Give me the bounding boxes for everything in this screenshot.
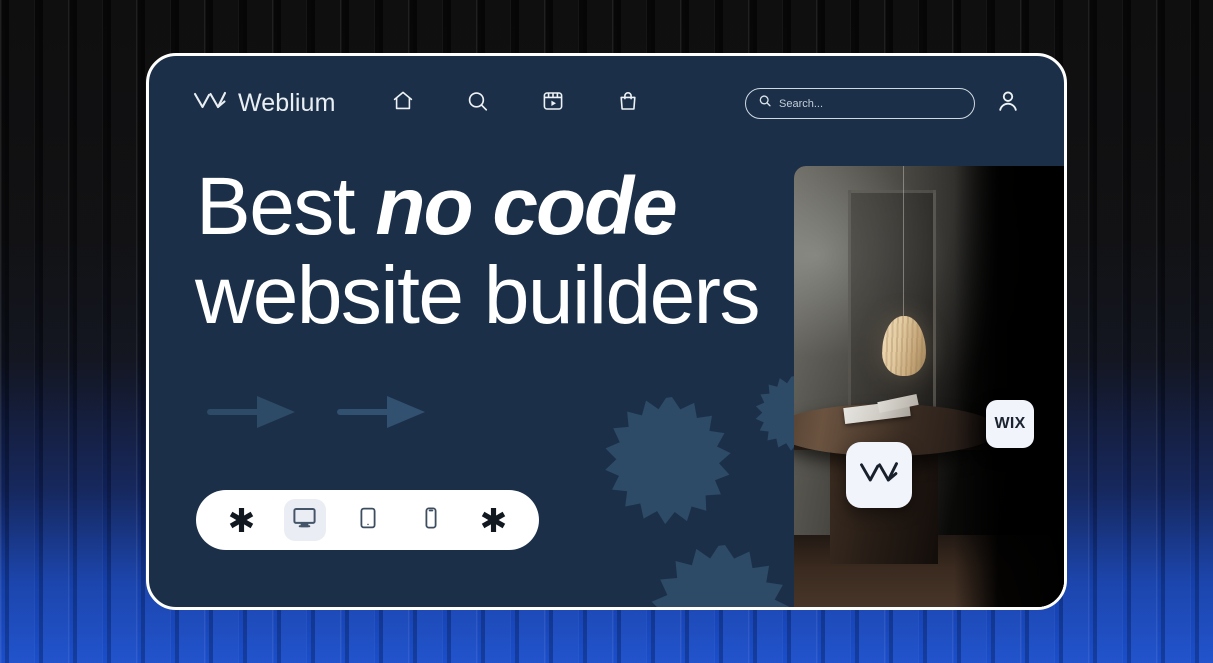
headline-text-regular: Best [196, 161, 376, 252]
photo-shadow [954, 166, 1064, 607]
site-header: Weblium [149, 56, 1064, 151]
arrow-right-icon [205, 394, 298, 435]
nav-search-button[interactable] [463, 89, 493, 119]
weblium-badge[interactable] [846, 442, 912, 508]
hero-photo [794, 166, 1064, 607]
search-icon [758, 94, 772, 113]
headline-text-emphasis: no code [375, 161, 677, 252]
wix-badge-label: WIX [994, 415, 1026, 432]
asterisk-icon-right[interactable]: ✱ [473, 499, 515, 541]
video-icon [541, 89, 565, 118]
page-backdrop: Weblium Search... Best no code website b… [0, 0, 1213, 663]
hero-card: Weblium Search... Best no code website b… [146, 53, 1067, 610]
nav-video-button[interactable] [538, 89, 568, 119]
shopping-bag-icon [616, 89, 640, 118]
header-right-group [745, 88, 1023, 119]
mobile-icon [419, 506, 443, 535]
device-button-mobile[interactable] [410, 499, 452, 541]
home-icon [391, 89, 415, 118]
arrow-decoration-row [205, 394, 428, 435]
device-button-tablet[interactable] [347, 499, 389, 541]
weblium-w-logo-icon [193, 89, 227, 118]
asterisk-icon-left[interactable]: ✱ [221, 499, 263, 541]
nav-home-button[interactable] [388, 89, 418, 119]
star-burst-decoration [651, 545, 790, 607]
account-button[interactable] [993, 89, 1023, 119]
primary-nav [388, 89, 643, 119]
user-account-icon [995, 88, 1021, 119]
page-title: Best no code website builders [195, 166, 773, 343]
search-icon [465, 89, 490, 119]
headline-line-2: website builders [195, 249, 760, 341]
brand-name: Weblium [238, 89, 336, 117]
desktop-icon [292, 505, 317, 535]
arrow-right-icon [335, 394, 428, 435]
device-preview-toolbar: ✱ ✱ [196, 490, 539, 550]
nav-shop-button[interactable] [613, 89, 643, 119]
device-button-desktop[interactable] [283, 499, 326, 541]
brand-logo[interactable]: Weblium [193, 89, 336, 118]
headline-line-2-panel: website builders [195, 249, 773, 343]
star-burst-decoration [605, 397, 731, 525]
tablet-icon [356, 506, 380, 535]
wix-badge[interactable]: WIX [986, 400, 1034, 448]
search-box[interactable] [745, 88, 975, 119]
photo-lamp-cord [903, 166, 905, 321]
weblium-w-logo-icon [859, 459, 899, 492]
search-input[interactable] [779, 97, 962, 110]
headline-line-1: Best no code [196, 166, 773, 248]
